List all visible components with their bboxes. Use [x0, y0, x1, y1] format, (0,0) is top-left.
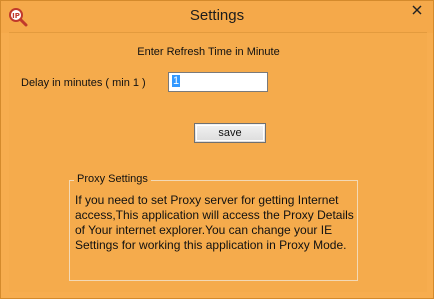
- settings-content: Enter Refresh Time in Minute Delay in mi…: [9, 32, 427, 292]
- refresh-heading: Enter Refresh Time in Minute: [137, 46, 280, 58]
- delay-value: 1: [172, 75, 181, 87]
- window-title: Settings: [189, 7, 245, 24]
- proxy-settings-legend: Proxy Settings: [74, 173, 151, 185]
- close-icon: [412, 2, 422, 20]
- delay-label: Delay in minutes ( min 1 ): [21, 77, 146, 89]
- proxy-description: If you need to set Proxy server for gett…: [75, 193, 354, 252]
- save-button[interactable]: save: [194, 123, 266, 143]
- settings-window: IP Settings Enter Refresh Time in Minute…: [0, 0, 434, 299]
- close-button[interactable]: [406, 1, 427, 21]
- proxy-settings-group: Proxy Settings If you need to set Proxy …: [69, 173, 358, 281]
- delay-input[interactable]: 1: [168, 72, 268, 92]
- title-bar[interactable]: IP Settings: [1, 1, 433, 33]
